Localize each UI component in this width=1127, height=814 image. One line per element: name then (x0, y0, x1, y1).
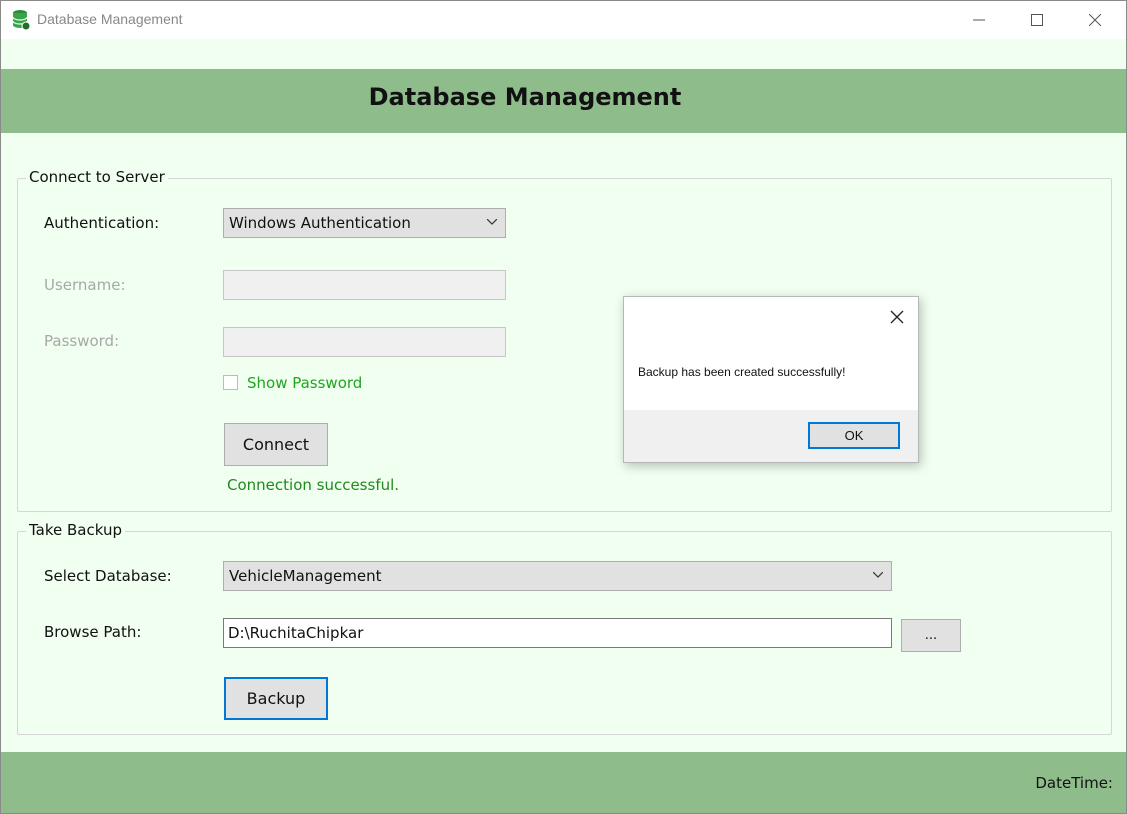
show-password-checkbox[interactable] (223, 375, 238, 390)
backup-button[interactable]: Backup (224, 677, 328, 720)
minimize-icon (973, 19, 985, 21)
dialog-close-button[interactable] (890, 309, 906, 325)
authentication-dropdown[interactable]: Windows Authentication (223, 208, 506, 238)
password-field[interactable] (223, 327, 506, 357)
connection-status: Connection successful. (227, 476, 400, 494)
title-bar[interactable]: Database Management (1, 1, 1126, 39)
chevron-down-icon (873, 572, 883, 578)
chevron-down-icon (487, 219, 497, 225)
browse-button[interactable]: ... (901, 619, 961, 652)
close-window-button[interactable] (1072, 1, 1118, 39)
maximize-button[interactable] (1014, 1, 1060, 39)
connect-to-server-group: Connect to Server (17, 168, 1112, 512)
header-banner: Database Management (1, 69, 1126, 133)
database-value: VehicleManagement (229, 567, 382, 585)
dialog-button-bar: OK (624, 410, 918, 462)
database-dropdown[interactable]: VehicleManagement (223, 561, 892, 591)
connect-button[interactable]: Connect (224, 423, 328, 466)
dialog-message: Backup has been created successfully! (638, 365, 846, 379)
password-label: Password: (44, 332, 120, 350)
message-box-dialog: Backup has been created successfully! OK (623, 296, 919, 463)
ok-button[interactable]: OK (808, 422, 900, 449)
app-window: Database Management Database Management … (0, 0, 1127, 814)
backup-group-title: Take Backup (26, 521, 126, 539)
maximize-icon (1031, 14, 1043, 26)
close-icon (1089, 14, 1101, 26)
authentication-label: Authentication: (44, 214, 160, 232)
authentication-value: Windows Authentication (229, 214, 411, 232)
close-icon (890, 310, 904, 324)
connect-group-title: Connect to Server (26, 168, 168, 186)
database-icon (11, 9, 31, 31)
browse-path-input[interactable]: D:\RuchitaChipkar (223, 618, 892, 648)
window-title: Database Management (37, 11, 183, 27)
username-field[interactable] (223, 270, 506, 300)
username-label: Username: (44, 276, 126, 294)
browse-path-label: Browse Path: (44, 623, 142, 641)
datetime-label: DateTime: (1035, 774, 1113, 792)
minimize-button[interactable] (956, 1, 1002, 39)
browse-path-value: D:\RuchitaChipkar (228, 624, 364, 642)
show-password-label[interactable]: Show Password (247, 374, 362, 392)
footer-bar: DateTime: (1, 752, 1126, 813)
select-database-label: Select Database: (44, 567, 172, 585)
page-title: Database Management (368, 83, 682, 111)
